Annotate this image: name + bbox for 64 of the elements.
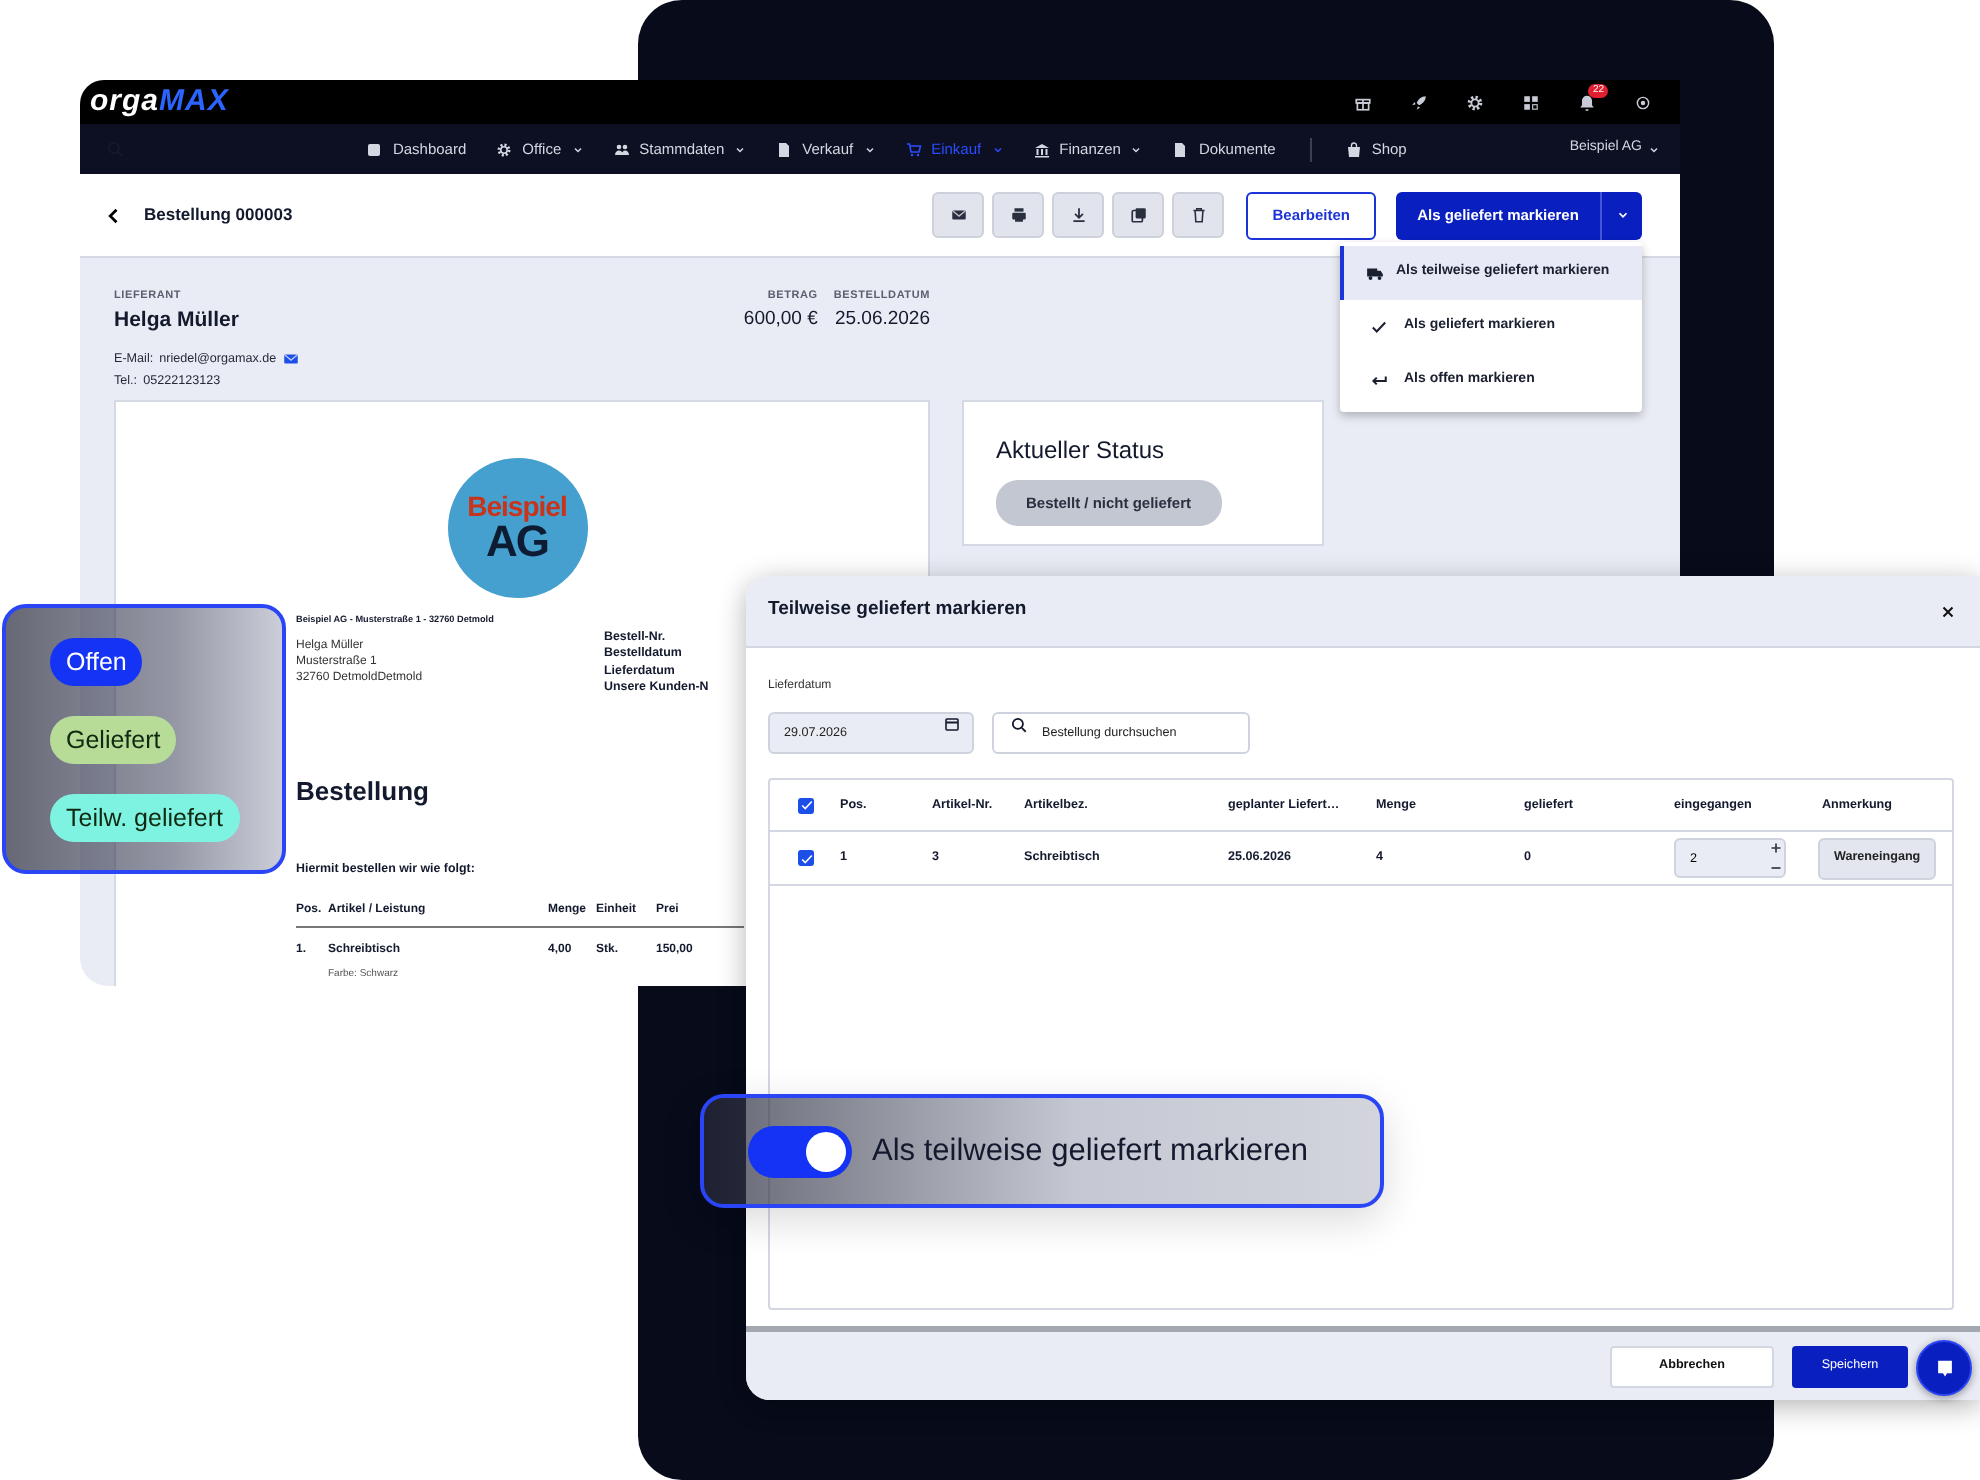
logo-text: AG [486,520,548,564]
document-heading: Bestellung [296,774,429,811]
status-badge: Teilw. geliefert [50,794,240,842]
caret-icon [1648,143,1660,155]
bank-icon [1033,141,1050,157]
settings-icon [1466,93,1484,111]
document-icon [776,141,793,157]
calendar-icon [944,716,960,732]
dialog-title: Teilweise geliefert markieren [768,596,1027,625]
toggle-label: Als teilweise geliefert markieren [872,1131,1308,1172]
card-title: Aktueller Status [996,434,1167,468]
logo-text: MAX [159,81,229,122]
truck-icon [1366,264,1384,282]
dropdown-toggle-button[interactable] [1600,191,1642,239]
close-icon [1940,603,1956,619]
caret-icon [863,143,876,155]
printer-icon [1009,206,1028,224]
delete-button[interactable] [1172,192,1225,238]
search-icon [1010,716,1028,734]
document-icon [1172,141,1189,157]
gear-icon [496,141,513,157]
checkbox[interactable] [798,797,814,813]
trash-icon [1189,206,1208,224]
status-badge: Offen [50,638,143,686]
mail-icon [949,206,968,224]
download-button[interactable] [1052,192,1105,238]
caret-icon [1615,208,1629,222]
field-value: 25.06.2026 [833,306,930,335]
caret-icon [734,143,747,155]
supplier-name: Helga Müller [114,306,241,337]
bell-icon [1578,93,1596,111]
page-title: Bestellung 000003 [144,202,293,228]
chat-icon [1933,1357,1955,1379]
check-icon [799,851,813,865]
status-badge: Geliefert [50,716,177,764]
email-button[interactable] [932,192,985,238]
gift-icon [1354,93,1372,111]
square-icon [366,141,383,157]
circle-icon [1634,93,1652,111]
mail-icon [282,350,301,369]
grid-icon [1522,93,1540,111]
close-button[interactable] [1940,603,1956,619]
check-icon [1370,318,1388,336]
return-arrow-icon [1370,372,1388,390]
field-value: 600,00 € [743,306,818,335]
minus-icon [1770,862,1782,874]
cart-icon [905,141,922,157]
decrement-button[interactable] [1770,862,1782,874]
checkbox[interactable] [798,850,814,866]
increment-button[interactable] [1770,842,1782,854]
download-icon [1069,206,1088,224]
copy-icon [1129,206,1148,224]
bag-icon [1345,141,1362,157]
print-button[interactable] [992,192,1045,238]
logo-text: orga [90,81,160,122]
caret-icon [571,143,584,155]
rocket-icon [1410,93,1428,111]
caret-icon [1130,143,1143,155]
logo-text: Beispiel [467,492,567,520]
plus-icon [1770,842,1782,854]
caret-icon [991,143,1004,155]
check-icon [799,798,813,812]
copy-button[interactable] [1112,192,1165,238]
people-icon [613,141,630,157]
